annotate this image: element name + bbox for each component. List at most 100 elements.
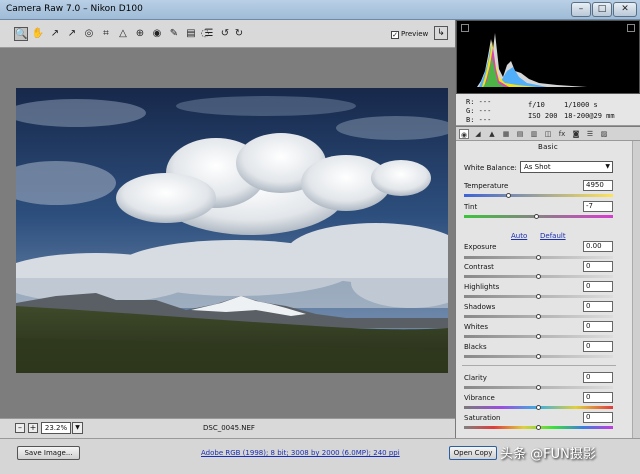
readout-r: R: ---	[466, 98, 492, 106]
clarity-thumb[interactable]	[536, 385, 541, 390]
highlights-field[interactable]: 0	[583, 281, 613, 292]
title-bar: Camera Raw 7.0 – Nikon D100 – □ ✕	[0, 0, 640, 20]
hand-tool-icon[interactable]: ✋	[31, 27, 45, 41]
contrast-field[interactable]: 0	[583, 261, 613, 272]
shadows-field[interactable]: 0	[583, 301, 613, 312]
preferences-icon[interactable]: ☰	[202, 27, 216, 41]
tab-lens-corrections[interactable]: ▥	[529, 129, 539, 139]
tab-effects[interactable]: fx	[557, 129, 567, 139]
panel-scrollbar[interactable]	[632, 141, 640, 438]
maximize-button[interactable]: □	[592, 2, 612, 17]
tab-hsl[interactable]: ▦	[501, 129, 511, 139]
white-balance-value: As Shot	[524, 163, 551, 171]
auto-link[interactable]: Auto	[511, 232, 527, 240]
contrast-label: Contrast	[464, 263, 494, 271]
clarity-label: Clarity	[464, 374, 487, 382]
target-adjustment-tool-icon[interactable]: ◎	[82, 27, 96, 41]
panel-tabs: ◉ ◢ ▲ ▦ ▤ ▥ ◫ fx ◙ ☰ ▨	[456, 127, 640, 141]
temperature-label: Temperature	[464, 182, 509, 190]
whites-thumb[interactable]	[536, 334, 541, 339]
temperature-slider[interactable]	[464, 194, 613, 197]
adjustment-brush-icon[interactable]: ✎	[167, 27, 181, 41]
tab-presets[interactable]: ☰	[585, 129, 595, 139]
canvas-status-bar: – + 23.2% ▼ DSC_0045.NEF	[0, 418, 455, 438]
tab-snapshots[interactable]: ▨	[599, 129, 609, 139]
clarity-field[interactable]: 0	[583, 372, 613, 383]
panel-title: Basic	[537, 143, 559, 151]
tab-tone-curve[interactable]: ◢	[473, 129, 483, 139]
saturation-field[interactable]: 0	[583, 412, 613, 423]
watermark-text: 头条 @FUN摄影	[500, 447, 596, 462]
exposure-label: Exposure	[464, 243, 497, 251]
tab-basic[interactable]: ◉	[459, 129, 469, 139]
image-canvas[interactable]	[0, 48, 455, 418]
vibrance-label: Vibrance	[464, 394, 495, 402]
landscape-photo	[16, 88, 448, 373]
saturation-label: Saturation	[464, 414, 501, 422]
zoom-tool-icon[interactable]: 🔍	[14, 27, 28, 41]
tab-split-toning[interactable]: ▤	[515, 129, 525, 139]
color-sampler-tool-icon[interactable]: ↗	[65, 27, 79, 41]
chevron-down-icon: ▼	[605, 163, 610, 170]
highlights-thumb[interactable]	[536, 294, 541, 299]
preview-label: Preview	[401, 30, 429, 38]
workflow-options-link[interactable]: Adobe RGB (1998); 8 bit; 3008 by 2000 (6…	[201, 449, 400, 457]
straighten-tool-icon[interactable]: △	[116, 27, 130, 41]
lens-value: 18-200@29 mm	[564, 112, 615, 120]
temperature-field[interactable]: 4950	[583, 180, 613, 191]
contrast-thumb[interactable]	[536, 274, 541, 279]
zoom-level-field[interactable]: 23.2%	[41, 422, 71, 434]
readout-b: B: ---	[466, 116, 492, 124]
white-balance-label: White Balance:	[464, 164, 517, 172]
white-balance-tool-icon[interactable]: ↗	[48, 27, 62, 41]
tab-camera-calibration[interactable]: ◫	[543, 129, 553, 139]
zoom-dropdown-icon[interactable]: ▼	[72, 422, 83, 434]
save-image-button[interactable]: Save Image...	[17, 446, 80, 460]
aperture-value: f/10	[528, 101, 545, 109]
tint-field[interactable]: -7	[583, 201, 613, 212]
tab-camera-profile[interactable]: ◙	[571, 129, 581, 139]
window-title: Camera Raw 7.0 – Nikon D100	[6, 4, 143, 14]
default-link[interactable]: Default	[540, 232, 566, 240]
white-balance-select[interactable]: As Shot ▼	[520, 161, 613, 173]
pixel-readout: R: --- G: --- B: --- f/10 1/1000 s ISO 2…	[456, 94, 640, 126]
close-button[interactable]: ✕	[613, 2, 637, 17]
histogram	[456, 20, 640, 94]
shadows-thumb[interactable]	[536, 314, 541, 319]
rotate-right-icon[interactable]: ↻	[232, 27, 246, 41]
graduated-filter-icon[interactable]: ▤	[184, 27, 198, 41]
crop-tool-icon[interactable]: ⌗	[99, 27, 113, 41]
minimize-button[interactable]: –	[571, 2, 591, 17]
exposure-field[interactable]: 0.00	[583, 241, 613, 252]
histogram-graph	[477, 33, 587, 87]
vibrance-field[interactable]: 0	[583, 392, 613, 403]
shadows-label: Shadows	[464, 303, 496, 311]
open-copy-button[interactable]: Open Copy	[449, 446, 497, 460]
rotate-left-icon[interactable]: ↺	[218, 27, 232, 41]
tint-label: Tint	[464, 203, 478, 211]
blacks-field[interactable]: 0	[583, 341, 613, 352]
fullscreen-icon[interactable]: ↳	[434, 26, 448, 40]
tint-thumb[interactable]	[534, 214, 539, 219]
tab-detail[interactable]: ▲	[487, 129, 497, 139]
saturation-thumb[interactable]	[536, 425, 541, 430]
file-name: DSC_0045.NEF	[203, 424, 255, 432]
highlights-label: Highlights	[464, 283, 500, 291]
zoom-out-button[interactable]: –	[15, 423, 25, 433]
red-eye-tool-icon[interactable]: ◉	[150, 27, 164, 41]
whites-label: Whites	[464, 323, 489, 331]
whites-field[interactable]: 0	[583, 321, 613, 332]
blacks-thumb[interactable]	[536, 354, 541, 359]
vibrance-thumb[interactable]	[536, 405, 541, 410]
spot-removal-tool-icon[interactable]: ⊕	[133, 27, 147, 41]
bottom-bar: Save Image... Adobe RGB (1998); 8 bit; 3…	[0, 438, 640, 474]
shutter-value: 1/1000 s	[564, 101, 598, 109]
photo-preview[interactable]	[16, 88, 448, 373]
temperature-thumb[interactable]	[506, 193, 511, 198]
divider	[462, 365, 616, 366]
exposure-thumb[interactable]	[536, 255, 541, 260]
basic-panel: Basic White Balance: As Shot ▼ Temperatu…	[456, 141, 640, 438]
blacks-label: Blacks	[464, 343, 487, 351]
preview-checkbox[interactable]: ✓	[391, 31, 399, 39]
zoom-in-button[interactable]: +	[28, 423, 38, 433]
